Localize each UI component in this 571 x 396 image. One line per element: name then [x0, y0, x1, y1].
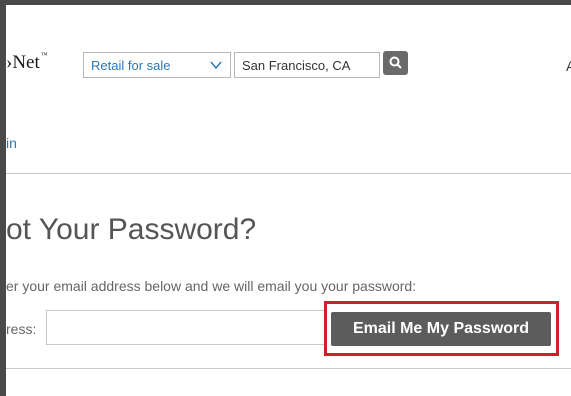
divider — [6, 368, 571, 369]
email-label: ress: — [6, 321, 37, 337]
instructions-text: er your email address below and we will … — [6, 278, 417, 294]
search-icon — [389, 56, 402, 69]
page-content: ›Net™ Retail for sale San Francisco, CA … — [6, 5, 571, 396]
logo-trademark: ™ — [40, 50, 48, 59]
header-right-link[interactable]: A — [566, 58, 571, 74]
divider — [6, 173, 571, 174]
logo-text: ›Net — [6, 52, 40, 73]
page-title: ot Your Password? — [6, 213, 257, 246]
site-logo[interactable]: ›Net™ — [6, 50, 48, 74]
signin-link[interactable]: in — [6, 135, 17, 151]
chevron-down-icon — [210, 61, 222, 70]
email-password-button[interactable]: Email Me My Password — [331, 312, 551, 346]
email-field[interactable] — [46, 310, 327, 345]
location-input[interactable]: San Francisco, CA — [234, 52, 380, 78]
search-button[interactable] — [383, 51, 408, 75]
property-type-select[interactable]: Retail for sale — [83, 52, 231, 78]
property-type-value: Retail for sale — [91, 58, 171, 73]
